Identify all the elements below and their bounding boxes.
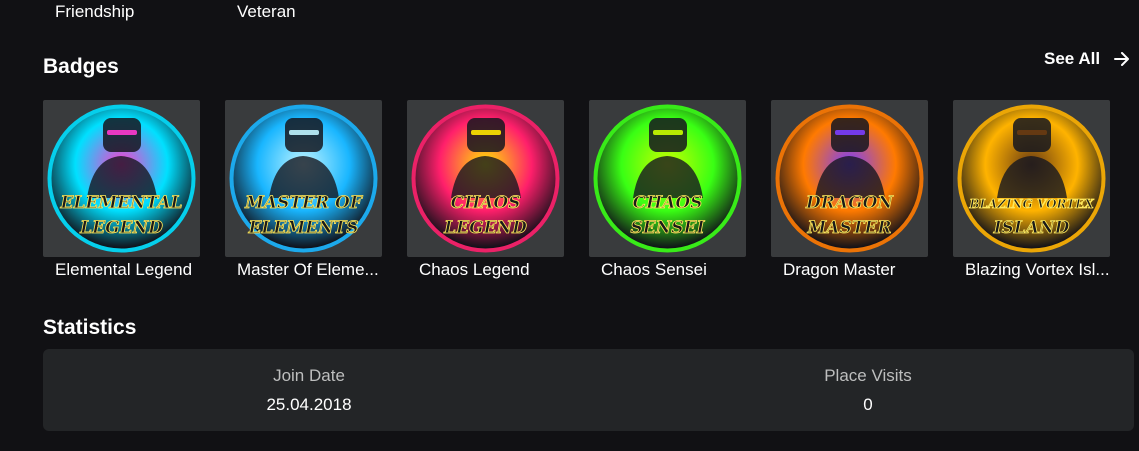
stat-label: Place Visits xyxy=(824,366,912,385)
badge-art-title: DRAGON xyxy=(805,193,894,213)
arrow-right-icon xyxy=(1114,52,1130,66)
badge-image: CHAOS SENSEI xyxy=(589,100,746,257)
badges-title: Badges xyxy=(43,55,119,78)
badge-item[interactable]: ELEMENTAL LEGEND Elemental Legend xyxy=(43,100,203,290)
badge-art: CHAOS LEGEND xyxy=(411,104,560,253)
badge-name: Master Of Eleme... xyxy=(237,260,379,279)
badge-item[interactable]: DRAGON MASTER Dragon Master xyxy=(771,100,931,290)
badge-art-subtitle: ISLAND xyxy=(993,218,1070,238)
badge-image: BLAZING VORTEX ISLAND xyxy=(953,100,1110,257)
badge-image: CHAOS LEGEND xyxy=(407,100,564,257)
badge-art-subtitle: ELEMENTS xyxy=(247,218,358,238)
stat-value: 0 xyxy=(863,395,873,414)
stat-label: Join Date xyxy=(273,366,345,385)
badge-image: DRAGON MASTER xyxy=(771,100,928,257)
top-label-friendship[interactable]: Friendship xyxy=(55,2,134,22)
badge-art-title: ELEMENTAL xyxy=(59,193,182,213)
top-label-veteran[interactable]: Veteran xyxy=(237,2,296,22)
badge-image: MASTER OF ELEMENTS xyxy=(225,100,382,257)
badge-item[interactable]: CHAOS LEGEND Chaos Legend xyxy=(407,100,567,290)
badge-art-subtitle: LEGEND xyxy=(79,218,163,238)
badge-art-subtitle: LEGEND xyxy=(443,218,527,238)
badge-art-title: BLAZING VORTEX xyxy=(968,197,1094,211)
badge-art-subtitle: SENSEI xyxy=(631,218,706,238)
badge-art-title: MASTER OF xyxy=(244,193,364,213)
badge-list: ELEMENTAL LEGEND Elemental Legend MASTER … xyxy=(43,100,1139,290)
badge-art: CHAOS SENSEI xyxy=(593,104,742,253)
badge-name: Blazing Vortex Isl... xyxy=(965,260,1110,279)
badge-art: DRAGON MASTER xyxy=(775,104,924,253)
see-all-label: See All xyxy=(1044,49,1101,68)
badge-art-title: CHAOS xyxy=(451,193,521,213)
badge-name: Elemental Legend xyxy=(55,260,193,279)
see-all-link[interactable]: See All xyxy=(1044,49,1130,69)
badge-item[interactable]: BLAZING VORTEX ISLAND Blazing Vortex Isl.… xyxy=(953,100,1113,290)
stat-value: 25.04.2018 xyxy=(266,395,352,414)
top-label-row: Friendship Veteran xyxy=(0,0,1139,24)
badge-art: BLAZING VORTEX ISLAND xyxy=(957,104,1106,253)
badge-art: MASTER OF ELEMENTS xyxy=(229,104,378,253)
badge-name: Dragon Master xyxy=(783,260,896,279)
badge-image: ELEMENTAL LEGEND xyxy=(43,100,200,257)
badge-item[interactable]: CHAOS SENSEI Chaos Sensei xyxy=(589,100,749,290)
badge-name: Chaos Sensei xyxy=(601,260,707,279)
statistics-panel: Join Date 25.04.2018 Place Visits 0 xyxy=(43,349,1134,431)
badge-art: ELEMENTAL LEGEND xyxy=(47,104,196,253)
statistics-title: Statistics xyxy=(43,316,137,339)
badge-name: Chaos Legend xyxy=(419,260,530,279)
badge-item[interactable]: MASTER OF ELEMENTS Master Of Eleme... xyxy=(225,100,385,290)
badge-art-title: CHAOS xyxy=(633,193,703,213)
badge-art-subtitle: MASTER xyxy=(806,218,891,238)
profile-page: Friendship Veteran Badges See All ELEMEN… xyxy=(0,0,1139,451)
